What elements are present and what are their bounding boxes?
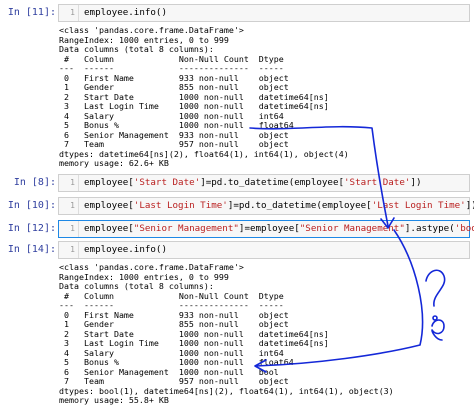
code-line[interactable]: employee['Start Date']=pd.to_datetime(em…: [84, 175, 421, 191]
code-input-box[interactable]: 1 employee.info(): [58, 241, 470, 259]
code-text: employee[: [84, 200, 134, 211]
code-text: ]=pd.to_datetime(employee[: [200, 177, 345, 188]
input-prompt: In [8]:: [13, 177, 56, 188]
cell-output: <class 'pandas.core.frame.DataFrame'> Ra…: [59, 25, 349, 168]
code-input-box[interactable]: 1 employee.info(): [58, 4, 470, 22]
code-input-box[interactable]: 1 employee['Start Date']=pd.to_datetime(…: [58, 174, 470, 192]
code-input-box[interactable]: 1 employee['Last Login Time']=pd.to_date…: [58, 197, 474, 215]
code-input-box[interactable]: 1 employee["Senior Management"]=employee…: [58, 220, 474, 238]
cell-output: <class 'pandas.core.frame.DataFrame'> Ra…: [59, 262, 394, 405]
code-text: ]): [410, 177, 422, 188]
code-line[interactable]: employee.info(): [84, 242, 167, 258]
code-string: 'bool': [454, 223, 474, 234]
question-mark-dot: [432, 315, 438, 321]
code-line[interactable]: employee['Last Login Time']=pd.to_dateti…: [84, 198, 474, 214]
code-string: 'Start Date': [344, 177, 411, 188]
question-mark-mark: [425, 269, 446, 307]
line-number: 1: [59, 221, 79, 237]
input-prompt: In [10]:: [7, 200, 56, 211]
code-text: ].astype(: [404, 223, 455, 234]
code-line[interactable]: employee.info(): [84, 5, 167, 21]
code-text: employee[: [84, 223, 134, 234]
code-string: 'Start Date': [133, 177, 201, 188]
input-prompt: In [12]:: [7, 223, 56, 234]
line-number: 1: [59, 5, 79, 21]
code-line[interactable]: employee["Senior Management"]=employee["…: [84, 221, 474, 237]
line-number: 1: [59, 198, 79, 214]
line-number: 1: [59, 242, 79, 258]
code-text: employee[: [84, 177, 134, 188]
input-prompt: In [14]:: [7, 244, 56, 255]
code-text: ]=pd.to_datetime(employee[: [227, 200, 372, 211]
code-string: 'Last Login Time': [133, 200, 228, 211]
input-prompt: In [11]:: [7, 7, 56, 18]
code-string: 'Last Login Time': [371, 200, 466, 211]
line-number: 1: [59, 175, 79, 191]
code-text: ]=employee[: [238, 223, 300, 234]
code-string: "Senior Management": [299, 223, 405, 234]
code-string: "Senior Management": [133, 223, 239, 234]
question-mark-mark: [431, 319, 445, 341]
code-text: ]): [465, 200, 474, 211]
